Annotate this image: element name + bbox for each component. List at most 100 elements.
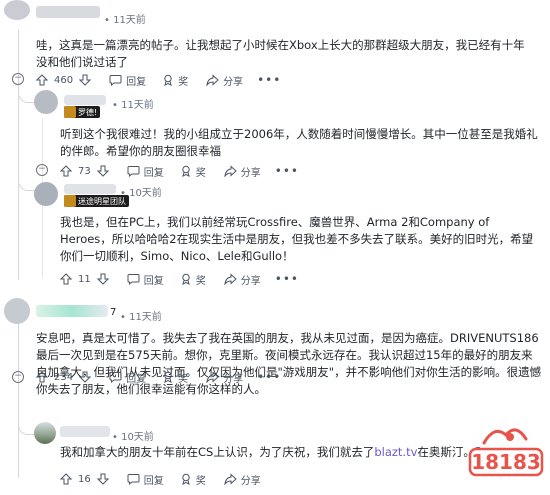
timestamp: • 11天前: [104, 15, 146, 26]
share-button[interactable]: 分享: [224, 272, 261, 287]
share-label: 分享: [240, 475, 261, 487]
collapse-button[interactable]: −: [12, 371, 24, 383]
flair-badge-icon: [64, 195, 76, 207]
award-button[interactable]: 奖: [162, 370, 188, 385]
vote-count: 234: [54, 371, 74, 383]
thread-elbow: [18, 175, 35, 191]
share-button[interactable]: 分享: [206, 370, 243, 385]
comment-actions: 73 回复 奖 分享 •••: [60, 162, 299, 180]
award-button[interactable]: 奖: [162, 73, 188, 88]
avatar[interactable]: [34, 182, 58, 206]
award-icon: [181, 273, 190, 285]
share-button[interactable]: 分享: [206, 73, 243, 88]
comment-text-part: 我和加拿大的朋友十年前在CS上认识，为了庆祝，我们就去了: [60, 445, 375, 459]
upvote-button[interactable]: [60, 165, 72, 177]
more-options-button[interactable]: •••: [275, 164, 299, 178]
username[interactable]: [36, 6, 100, 18]
award-icon: [181, 165, 190, 177]
thread-elbow: [18, 410, 35, 435]
share-label: 分享: [240, 275, 261, 287]
upvote-icon: [60, 273, 72, 285]
share-icon: [224, 273, 237, 285]
award-label: 奖: [195, 275, 206, 287]
thread-line: [18, 318, 19, 478]
reply-button[interactable]: 回复: [127, 164, 164, 179]
comment-bubble-icon: [127, 166, 140, 177]
more-options-button[interactable]: •••: [275, 272, 299, 286]
more-options-button[interactable]: •••: [257, 73, 281, 87]
thread-elbow: [18, 88, 35, 103]
user-flair: 罗德!: [64, 106, 101, 118]
reply-button[interactable]: 回复: [127, 472, 164, 487]
share-icon: [206, 74, 219, 86]
reply-label: 回复: [143, 275, 164, 287]
comment-bubble-icon: [127, 274, 140, 285]
award-icon: [164, 74, 172, 86]
award-label: 奖: [195, 167, 206, 179]
comment-actions: 11 回复 奖 分享 •••: [60, 270, 299, 288]
username[interactable]: [64, 184, 116, 194]
share-button[interactable]: 分享: [224, 472, 261, 487]
avatar[interactable]: [34, 422, 56, 444]
flair-text: 罗德!: [78, 107, 98, 117]
downvote-button[interactable]: [79, 74, 92, 86]
upvote-button[interactable]: [60, 273, 72, 285]
comment-text: 我和加拿大的朋友十年前在CS上认识，为了庆祝，我们就去了blazt.tv在奥斯汀…: [60, 444, 480, 461]
comment-link[interactable]: blazt.tv: [374, 445, 417, 459]
comment-text: 安息吧，真是太可惜了。我失去了我在英国的朋友，我从未见过面，是因为癌症。DRIV…: [36, 331, 542, 396]
downvote-button[interactable]: [96, 473, 109, 485]
timestamp: • 10天前: [120, 188, 162, 199]
comment-bubble-icon: [109, 372, 122, 383]
award-label: 奖: [178, 76, 189, 88]
comment-actions: 16 回复 奖 分享: [60, 470, 261, 488]
downvote-button[interactable]: [79, 371, 92, 383]
timestamp: • 11天前: [112, 100, 154, 111]
collapse-button[interactable]: −: [12, 73, 24, 85]
upvote-button[interactable]: [36, 74, 48, 86]
timestamp: • 10天前: [112, 432, 154, 443]
award-button[interactable]: 奖: [180, 472, 206, 487]
share-button[interactable]: 分享: [224, 164, 261, 179]
username[interactable]: [36, 305, 108, 317]
svg-text:18183: 18183: [471, 450, 541, 474]
watermark-logo-graphic: 18183: [468, 428, 544, 477]
upvote-button[interactable]: [60, 473, 72, 485]
downvote-button[interactable]: [96, 165, 109, 177]
avatar[interactable]: [4, 0, 30, 20]
avatar[interactable]: [4, 298, 30, 324]
reply-button[interactable]: 回复: [127, 272, 164, 287]
comment-text: 哇，这真是一篇漂亮的帖子。让我想起了小时候在Xbox上长大的那群超级大朋友，我已…: [36, 38, 525, 69]
upvote-icon: [60, 473, 72, 485]
comment-text: 听到这个我很难过！我的小组成立于2006年，人数随着时间慢慢增长。其中一位甚至是…: [60, 127, 538, 158]
reply-button[interactable]: 回复: [109, 370, 146, 385]
reply-label: 回复: [126, 76, 147, 88]
collapse-button[interactable]: −: [36, 164, 48, 176]
comment-bubble-icon: [127, 474, 140, 485]
award-icon: [164, 371, 172, 383]
award-label: 奖: [195, 475, 206, 487]
upvote-button[interactable]: [36, 371, 48, 383]
thread-line: [18, 30, 19, 280]
award-button[interactable]: 奖: [180, 272, 206, 287]
username[interactable]: [64, 95, 106, 105]
avatar[interactable]: [34, 90, 58, 114]
comment-actions: 234 回复 奖 分享 •••: [36, 368, 281, 386]
reply-button[interactable]: 回复: [109, 73, 146, 88]
reply-label: 回复: [126, 373, 147, 385]
share-icon: [224, 473, 237, 485]
share-icon: [206, 371, 219, 383]
username[interactable]: [60, 426, 110, 437]
vote-count: 460: [54, 74, 74, 86]
award-label: 奖: [178, 373, 189, 385]
more-options-button[interactable]: •••: [257, 370, 281, 384]
downvote-icon: [96, 165, 109, 177]
reply-label: 回复: [143, 167, 164, 179]
timestamp: • 11天前: [120, 312, 162, 323]
downvote-button[interactable]: [96, 273, 109, 285]
comment-actions: 460 回复 奖 分享 •••: [36, 71, 281, 89]
upvote-icon: [36, 74, 48, 86]
award-button[interactable]: 奖: [180, 164, 206, 179]
downvote-icon: [79, 74, 92, 86]
vote-count: 16: [78, 473, 91, 485]
watermark-logo: 18183: [464, 421, 546, 491]
